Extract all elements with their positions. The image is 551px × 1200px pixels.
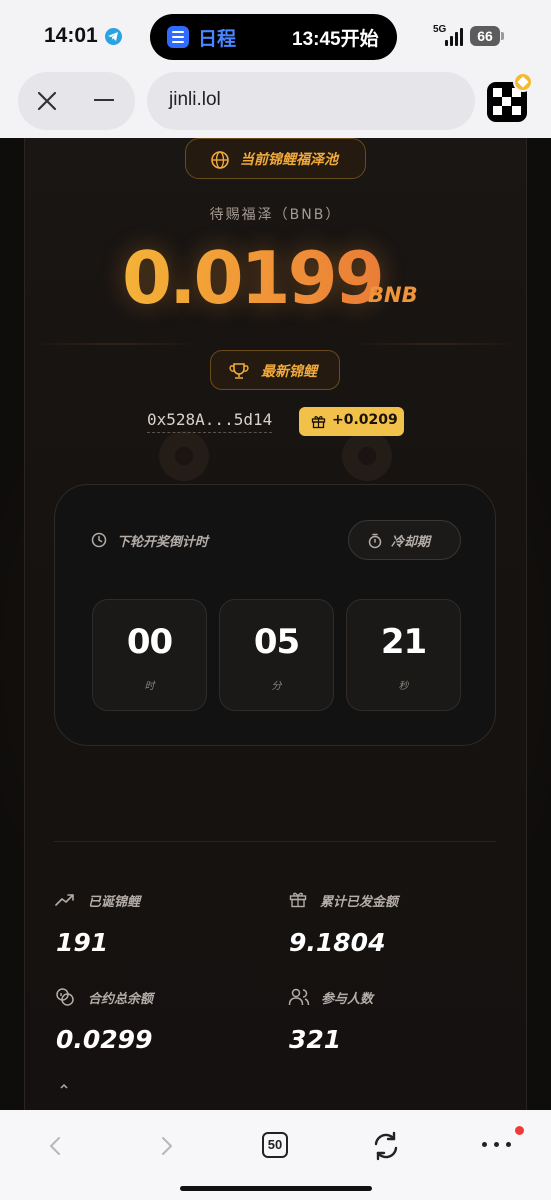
status-bar: 14:01 日程 13:45开始 5G 66 xyxy=(0,0,551,72)
signal-icon xyxy=(445,28,465,46)
web-content: 当前锦鲤福泽池 待赐福泽（BNB） 0.0199 BNB 最新锦鲤 0x528A… xyxy=(0,138,551,1110)
stat-distributed-value: 9.1804 xyxy=(289,928,386,957)
fish-eye-decoration xyxy=(159,431,209,481)
forward-icon[interactable] xyxy=(154,1134,178,1158)
battery-icon xyxy=(501,32,504,40)
pool-badge-label: 当前锦鲤福泽池 xyxy=(240,152,338,168)
minutes-value: 05 xyxy=(253,622,300,662)
stat-participants-label: 参与人数 xyxy=(321,992,374,1007)
coins-icon xyxy=(56,988,74,1006)
close-icon[interactable] xyxy=(32,86,62,116)
tab-count-button[interactable]: 50 xyxy=(262,1132,288,1158)
minimize-icon[interactable] xyxy=(94,99,114,101)
section-divider xyxy=(54,841,496,842)
island-app-name: 日程 xyxy=(198,28,237,50)
pool-badge: 当前锦鲤福泽池 xyxy=(185,138,366,179)
hours-box: 00 时 xyxy=(92,599,207,711)
notification-dot xyxy=(515,1126,524,1135)
fish-eye-decoration xyxy=(342,431,392,481)
chevron-up-icon xyxy=(60,1083,68,1089)
stat-born-label: 已诞锦鲤 xyxy=(88,895,141,910)
latest-winner-badge: 最新锦鲤 xyxy=(210,350,340,390)
hours-unit: 时 xyxy=(144,681,155,692)
pool-unit: BNB xyxy=(368,283,418,307)
bnb-badge-icon xyxy=(513,72,533,92)
seconds-value: 21 xyxy=(380,622,427,662)
back-icon[interactable] xyxy=(44,1134,68,1158)
url-text: jinli.lol xyxy=(169,89,221,110)
dynamic-island[interactable]: 日程 13:45开始 xyxy=(150,14,397,60)
tab-controls xyxy=(18,72,135,130)
seconds-unit: 秒 xyxy=(398,681,409,692)
browser-bottom-bar: 50 xyxy=(0,1110,551,1200)
winner-reward-badge: +0.0209 xyxy=(299,407,404,436)
countdown-panel: 下轮开奖倒计时 冷却期 00 时 05 分 21 秒 xyxy=(54,484,496,746)
stopwatch-icon xyxy=(368,533,382,549)
latest-winner-label: 最新锦鲤 xyxy=(261,364,317,380)
countdown-label: 下轮开奖倒计时 xyxy=(117,535,209,550)
more-icon[interactable] xyxy=(482,1142,512,1148)
home-indicator[interactable] xyxy=(180,1186,372,1191)
stat-born-value: 191 xyxy=(56,928,109,957)
stat-participants-value: 321 xyxy=(289,1025,342,1054)
fish-fin-decoration xyxy=(350,343,520,345)
seconds-box: 21 秒 xyxy=(346,599,461,711)
stat-distributed-label: 累计已发金额 xyxy=(320,895,399,910)
pool-subtitle: 待赐福泽（BNB） xyxy=(209,207,342,223)
users-icon xyxy=(288,988,310,1006)
trophy-icon xyxy=(229,363,249,379)
fish-fin-decoration xyxy=(30,343,200,345)
status-time: 14:01 xyxy=(44,24,98,47)
trending-up-icon xyxy=(55,894,74,906)
minutes-unit: 分 xyxy=(271,681,282,692)
minutes-box: 05 分 xyxy=(219,599,334,711)
browser-toolbar: jinli.lol xyxy=(0,72,551,138)
island-event-time: 13:45开始 xyxy=(292,29,379,50)
stat-balance-label: 合约总余额 xyxy=(88,992,154,1007)
address-bar[interactable]: jinli.lol xyxy=(147,72,475,130)
cooldown-status-badge: 冷却期 xyxy=(348,520,461,560)
reload-icon[interactable] xyxy=(370,1130,402,1162)
gift-icon xyxy=(289,892,307,908)
hours-value: 00 xyxy=(126,622,173,662)
winner-address[interactable]: 0x528A...5d14 xyxy=(147,410,273,433)
cooldown-status: 冷却期 xyxy=(391,535,431,550)
telegram-icon xyxy=(105,28,122,45)
globe-icon xyxy=(211,151,229,169)
battery-level: 66 xyxy=(470,26,500,46)
pool-amount: 0.0199 xyxy=(122,236,385,320)
calendar-list-icon xyxy=(167,26,189,48)
gift-icon xyxy=(311,416,326,429)
stat-balance-value: 0.0299 xyxy=(56,1025,153,1054)
winner-reward: +0.0209 xyxy=(332,412,398,428)
clock-icon xyxy=(91,532,107,548)
